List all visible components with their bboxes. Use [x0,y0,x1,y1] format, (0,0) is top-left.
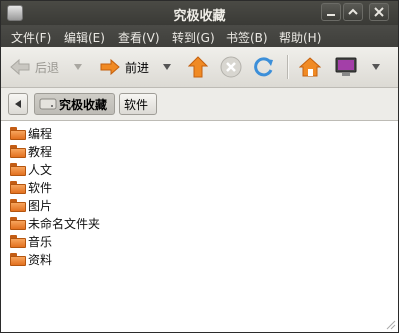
file-list[interactable]: 编程 教程 人文 软件 图片 未命名文件夹 音乐 资料 [3,122,396,331]
menu-bar: 文件(F) 编辑(E) 查看(V) 转到(G) 书签(B) 帮助(H) [1,25,398,47]
folder-icon [10,252,26,266]
up-button[interactable] [188,56,208,78]
folder-icon [10,162,26,176]
path-child-label: 软件 [124,97,149,112]
folder-name: 音乐 [28,234,53,249]
back-arrow-icon [10,58,30,76]
home-button[interactable] [299,56,321,78]
folder-name: 资料 [28,252,53,267]
chevron-down-icon [163,64,171,70]
folder-icon [10,180,26,194]
back-button[interactable]: 后退 [9,56,59,78]
forward-history-dropdown[interactable] [162,56,172,78]
menu-go[interactable]: 转到(G) [172,29,215,46]
folder-icon [10,198,26,212]
menu-view[interactable]: 查看(V) [118,29,160,46]
menu-file[interactable]: 文件(F) [11,29,51,46]
chevron-down-icon [372,64,380,70]
path-button-current[interactable]: 究极收藏 [34,93,115,115]
resize-grip-icon[interactable] [386,320,396,330]
drive-icon [39,98,57,110]
maximize-button[interactable] [343,3,363,21]
minimize-button[interactable] [321,3,341,21]
toolbar: 后退 前进 [1,47,398,88]
folder-item[interactable]: 资料 [10,250,52,268]
folder-name: 人文 [28,162,53,177]
reload-icon [254,57,273,77]
maximize-icon [348,8,358,15]
folder-icon [10,144,26,158]
menu-help[interactable]: 帮助(H) [279,29,321,46]
toolbar-separator [287,55,289,79]
close-button[interactable] [369,3,389,21]
folder-name: 图片 [28,198,53,213]
folder-icon [10,216,26,230]
menu-edit[interactable]: 编辑(E) [64,29,105,46]
path-button-child[interactable]: 软件 [119,93,157,115]
folder-item[interactable]: 软件 [10,178,52,196]
reload-button[interactable] [253,56,275,78]
forward-label: 前进 [125,60,150,75]
back-label: 后退 [35,60,60,75]
computer-icon [335,57,357,76]
folder-item[interactable]: 编程 [10,124,52,142]
computer-button[interactable] [334,56,358,78]
path-current-label: 究极收藏 [59,97,108,112]
menu-bookmarks[interactable]: 书签(B) [226,29,268,46]
title-bar[interactable]: 究极收藏 [1,1,398,25]
file-manager-window: 究极收藏 文件(F) 编辑(E) 查看(V) 转到(G) 书签(B) 帮助(H)… [0,0,399,333]
folder-name: 教程 [28,144,53,159]
back-history-dropdown[interactable] [73,56,83,78]
path-bar: 究极收藏 软件 [1,88,398,121]
folder-name: 未命名文件夹 [28,216,101,231]
folder-item[interactable]: 音乐 [10,232,52,250]
folder-item[interactable]: 未命名文件夹 [10,214,100,232]
home-icon [299,57,321,77]
computer-dropdown[interactable] [371,56,381,78]
chevron-down-icon [74,64,82,70]
folder-item[interactable]: 人文 [10,160,52,178]
folder-item[interactable]: 教程 [10,142,52,160]
folder-icon [10,234,26,248]
forward-button[interactable]: 前进 [99,56,149,78]
minimize-icon [327,14,335,16]
folder-name: 编程 [28,126,53,141]
folder-name: 软件 [28,180,53,195]
folder-item[interactable]: 图片 [10,196,52,214]
arrow-left-icon [15,100,21,108]
up-arrow-icon [188,56,208,78]
stop-button[interactable] [220,56,242,78]
stop-icon [220,56,242,78]
path-scroll-left-button[interactable] [8,93,28,115]
folder-icon [10,126,26,140]
close-icon [374,7,384,17]
forward-arrow-icon [100,58,120,76]
